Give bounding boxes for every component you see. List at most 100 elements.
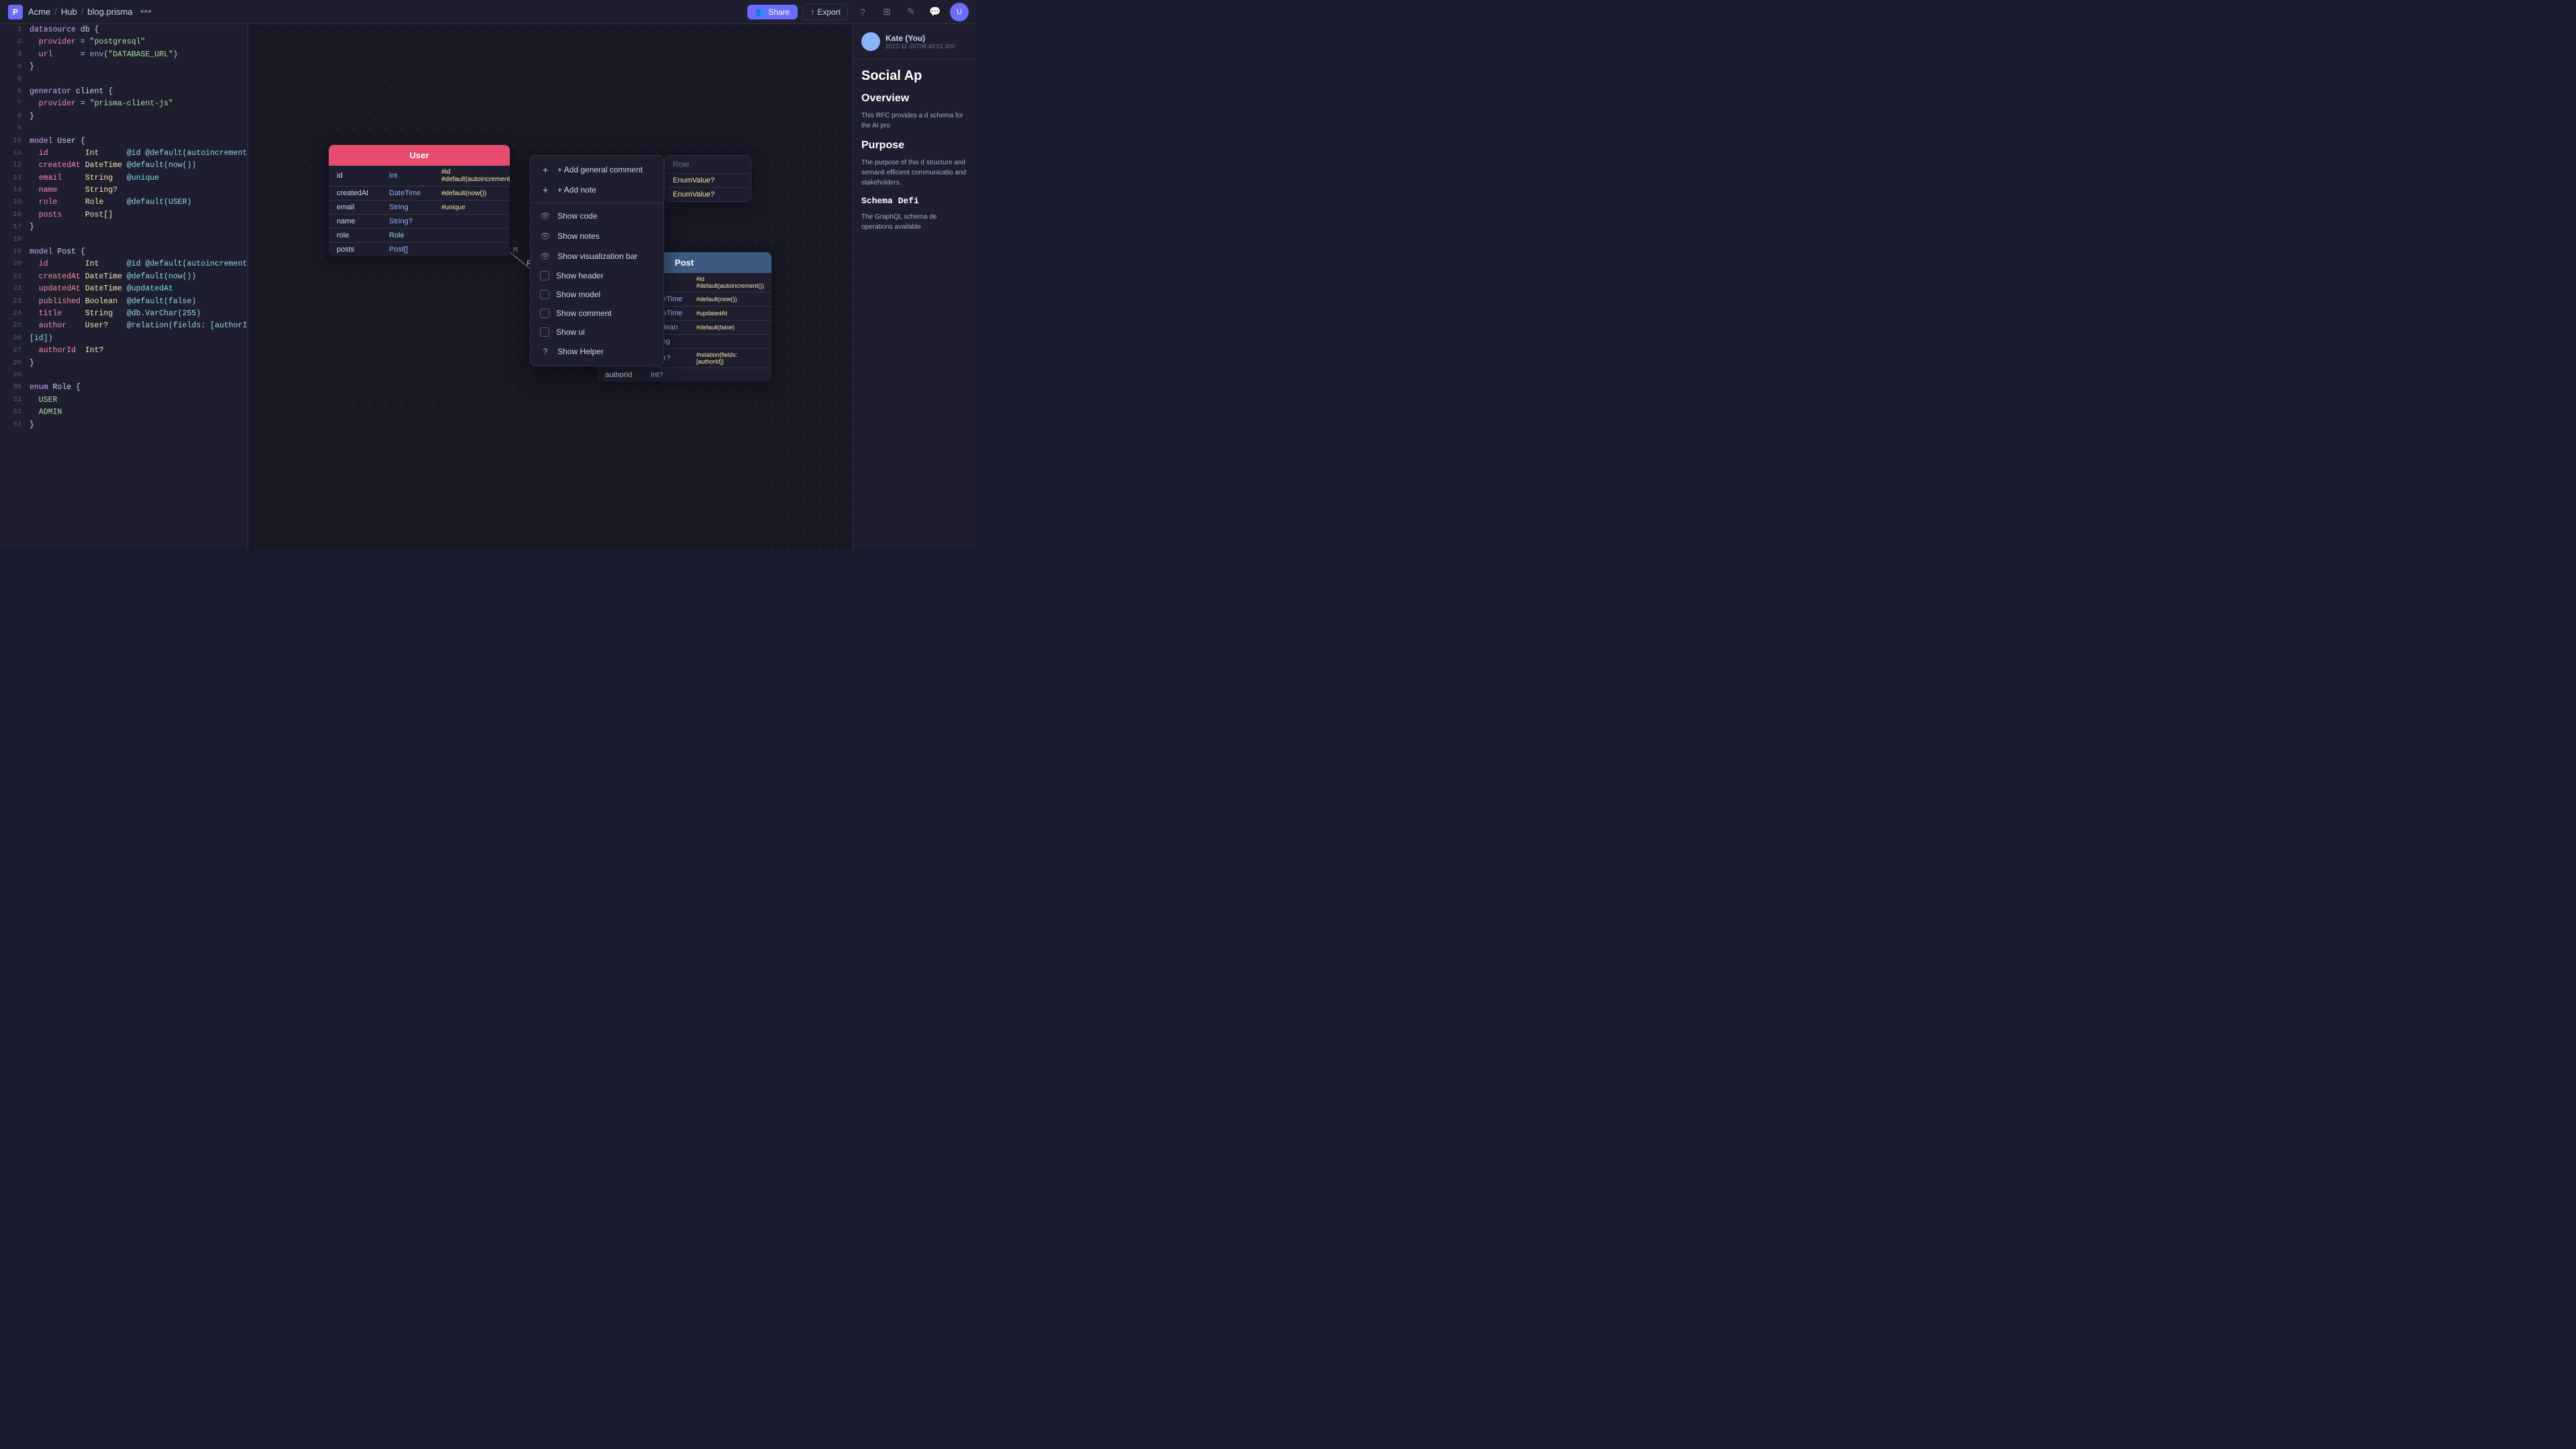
breadcrumb-file[interactable]: blog.prisma xyxy=(87,7,132,17)
code-line: 12 createdAt DateTime @default(now()) xyxy=(0,160,248,172)
user-table-header: User xyxy=(329,145,510,166)
user-table[interactable]: User id Int #id #default(autoincrement()… xyxy=(329,145,510,256)
code-line: 31 USER xyxy=(0,394,248,407)
chat-panel: Kate (You) 2023-11-20T08:48:01.300 Socia… xyxy=(853,24,977,549)
show-model-label: Show model xyxy=(556,290,600,299)
code-line: 21 createdAt DateTime @default(now()) xyxy=(0,271,248,283)
table-row: posts Post[] xyxy=(329,243,510,256)
table-row: email String #unique xyxy=(329,201,510,215)
add-note-label: + Add note xyxy=(557,185,596,195)
eye-icon-notes: 👁 xyxy=(540,231,551,241)
code-line: 19model Post { xyxy=(0,246,248,258)
code-line: 20 id Int @id @default(autoincrement()) xyxy=(0,258,248,270)
chat-schema-text: The GraphQL schema de operations availab… xyxy=(861,212,969,232)
chat-timestamp: 2023-11-20T08:48:01.300 xyxy=(885,43,955,50)
code-line: 24 title String @db.VarChar(255) xyxy=(0,308,248,320)
check-model xyxy=(540,290,549,299)
code-line: 14 name String? xyxy=(0,184,248,197)
table-row: id Int #id #default(autoincrement()) xyxy=(329,166,510,186)
check-comment xyxy=(540,309,549,318)
question-icon: ? xyxy=(540,346,551,357)
share-button[interactable]: 👥 Share xyxy=(747,5,798,19)
chat-content: Social Ap Overview This RFC provides a d… xyxy=(853,60,977,240)
code-line: 8} xyxy=(0,111,248,123)
topbar-right: 👥 Share ↑ Export ? ⊞ ✎ 💬 U xyxy=(747,3,969,21)
show-notes-label: Show notes xyxy=(557,231,600,241)
chat-overview-heading: Overview xyxy=(861,91,969,107)
code-line: 22 updatedAt DateTime @updatedAt xyxy=(0,283,248,295)
code-line: 5 xyxy=(0,74,248,86)
breadcrumb-sep-1: / xyxy=(54,7,57,17)
role-enum-header: Role xyxy=(665,156,751,174)
user-table-body: id Int #id #default(autoincrement()) cre… xyxy=(329,166,510,256)
code-line: 6generator client { xyxy=(0,86,248,98)
eye-icon-viz: 👁 xyxy=(540,251,551,262)
chat-overview-text: This RFC provides a d schema for the AI … xyxy=(861,111,969,131)
topbar: P Acme / Hub / blog.prisma ••• 👥 Share ↑… xyxy=(0,0,977,24)
code-line: 18 xyxy=(0,234,248,246)
show-comment-item[interactable]: Show comment xyxy=(531,304,663,323)
table-row: createdAt DateTime #default(now()) xyxy=(329,186,510,201)
show-ui-item[interactable]: Show ui xyxy=(531,323,663,341)
check-ui xyxy=(540,327,549,337)
chat-main-heading: Social Ap xyxy=(861,68,969,84)
chat-avatar xyxy=(861,32,880,51)
show-comment-label: Show comment xyxy=(556,309,612,318)
code-line: 16 posts Post[] xyxy=(0,209,248,221)
add-note-item[interactable]: + + Add note xyxy=(531,180,663,200)
chat-user-name: Kate (You) xyxy=(885,34,955,43)
code-line: 7 provider = "prisma-client-js" xyxy=(0,98,248,110)
code-line: 23 published Boolean @default(false) xyxy=(0,296,248,308)
breadcrumb-hub[interactable]: Hub xyxy=(61,7,77,17)
show-helper-label: Show Helper xyxy=(557,347,604,356)
show-notes-item[interactable]: 👁 Show notes xyxy=(531,226,663,246)
enum-row: EnumValue? xyxy=(665,174,751,188)
breadcrumb-acme[interactable]: Acme xyxy=(28,7,50,17)
code-line: 17} xyxy=(0,221,248,233)
table-row: role Role xyxy=(329,229,510,243)
show-code-item[interactable]: 👁 Show code xyxy=(531,206,663,226)
code-panel: 1datasource db {2 provider = "postgresql… xyxy=(0,24,248,549)
code-line: 2 provider = "postgresql" xyxy=(0,36,248,48)
context-menu[interactable]: + + Add general comment + + Add note 👁 S… xyxy=(530,155,664,366)
add-comment-label: + Add general comment xyxy=(557,165,643,174)
role-enum-table[interactable]: Role EnumValue? EnumValue? xyxy=(664,155,751,202)
add-note-icon: + xyxy=(540,184,551,195)
chat-purpose-heading: Purpose xyxy=(861,138,969,154)
settings-button[interactable]: ✎ xyxy=(902,3,920,21)
show-code-label: Show code xyxy=(557,211,597,221)
show-model-item[interactable]: Show model xyxy=(531,285,663,304)
show-visualization-item[interactable]: 👁 Show visualization bar xyxy=(531,246,663,266)
show-header-item[interactable]: Show header xyxy=(531,266,663,285)
avatar[interactable]: U xyxy=(950,3,969,21)
show-header-label: Show header xyxy=(556,271,604,280)
help-button[interactable]: ? xyxy=(853,3,872,21)
more-options-button[interactable]: ••• xyxy=(138,4,154,20)
topbar-left: P Acme / Hub / blog.prisma ••• xyxy=(8,4,154,20)
code-line: 32 ADMIN xyxy=(0,407,248,419)
add-general-comment-item[interactable]: + + Add general comment xyxy=(531,160,663,180)
code-line: 11 id Int @id @default(autoincrement()) xyxy=(0,148,248,160)
chat-button[interactable]: 💬 xyxy=(926,3,945,21)
export-button[interactable]: ↑ Export xyxy=(803,4,848,20)
canvas-area[interactable]: User id Int #id #default(autoincrement()… xyxy=(248,24,977,549)
chat-user-info: Kate (You) 2023-11-20T08:48:01.300 xyxy=(885,34,955,50)
app-icon: P xyxy=(8,5,23,19)
table-row: authorId Int? xyxy=(597,368,771,382)
code-line: 3 url = env("DATABASE_URL") xyxy=(0,49,248,61)
chat-header: Kate (You) 2023-11-20T08:48:01.300 xyxy=(853,24,977,60)
enum-row: EnumValue? xyxy=(665,188,751,201)
breadcrumb: Acme / Hub / blog.prisma xyxy=(28,7,133,17)
code-line: 15 role Role @default(USER) xyxy=(0,197,248,209)
chat-schema-heading: Schema Defi xyxy=(861,195,969,208)
check-header xyxy=(540,271,549,280)
code-line: 29 xyxy=(0,370,248,382)
layout-button[interactable]: ⊞ xyxy=(877,3,896,21)
show-helper-item[interactable]: ? Show Helper xyxy=(531,341,663,362)
code-line: 30enum Role { xyxy=(0,382,248,394)
table-row: name String? xyxy=(329,215,510,229)
main: 1datasource db {2 provider = "postgresql… xyxy=(0,24,977,549)
code-line: 13 email String @unique xyxy=(0,172,248,184)
relation-label-m: M xyxy=(513,246,518,254)
export-icon: ↑ xyxy=(810,7,814,17)
